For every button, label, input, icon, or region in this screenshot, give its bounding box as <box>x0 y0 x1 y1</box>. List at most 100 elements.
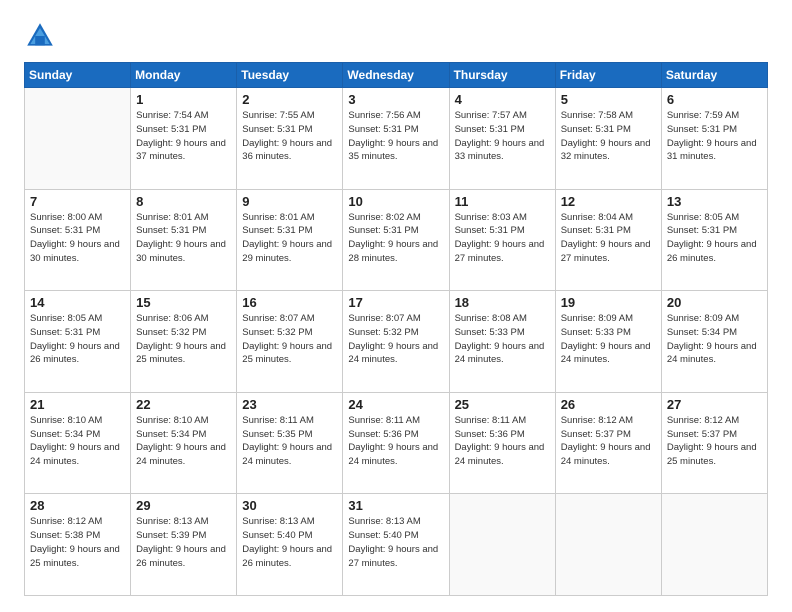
calendar-day-cell: 20 Sunrise: 8:09 AM Sunset: 5:34 PM Dayli… <box>661 291 767 393</box>
calendar-day-cell: 5 Sunrise: 7:58 AM Sunset: 5:31 PM Daylig… <box>555 88 661 190</box>
weekday-header-cell: Thursday <box>449 63 555 88</box>
day-info: Sunrise: 8:12 AM Sunset: 5:37 PM Dayligh… <box>667 414 762 469</box>
calendar-day-cell <box>661 494 767 596</box>
day-info: Sunrise: 7:56 AM Sunset: 5:31 PM Dayligh… <box>348 109 443 164</box>
day-number: 10 <box>348 194 443 209</box>
day-info: Sunrise: 8:11 AM Sunset: 5:35 PM Dayligh… <box>242 414 337 469</box>
calendar-day-cell <box>449 494 555 596</box>
day-info: Sunrise: 8:11 AM Sunset: 5:36 PM Dayligh… <box>348 414 443 469</box>
calendar-day-cell: 29 Sunrise: 8:13 AM Sunset: 5:39 PM Dayli… <box>131 494 237 596</box>
day-info: Sunrise: 8:13 AM Sunset: 5:40 PM Dayligh… <box>348 515 443 570</box>
day-info: Sunrise: 8:05 AM Sunset: 5:31 PM Dayligh… <box>667 211 762 266</box>
day-info: Sunrise: 8:03 AM Sunset: 5:31 PM Dayligh… <box>455 211 550 266</box>
calendar-day-cell: 10 Sunrise: 8:02 AM Sunset: 5:31 PM Dayli… <box>343 189 449 291</box>
weekday-header-cell: Wednesday <box>343 63 449 88</box>
day-info: Sunrise: 8:07 AM Sunset: 5:32 PM Dayligh… <box>348 312 443 367</box>
day-number: 9 <box>242 194 337 209</box>
calendar-day-cell: 4 Sunrise: 7:57 AM Sunset: 5:31 PM Daylig… <box>449 88 555 190</box>
calendar-day-cell <box>25 88 131 190</box>
calendar-day-cell: 18 Sunrise: 8:08 AM Sunset: 5:33 PM Dayli… <box>449 291 555 393</box>
day-number: 6 <box>667 92 762 107</box>
weekday-header-cell: Saturday <box>661 63 767 88</box>
day-number: 7 <box>30 194 125 209</box>
day-number: 25 <box>455 397 550 412</box>
day-number: 12 <box>561 194 656 209</box>
calendar-day-cell: 26Sunrise: 8:12 AM Sunset: 5:37 PM Dayli… <box>555 392 661 494</box>
calendar-day-cell: 27 Sunrise: 8:12 AM Sunset: 5:37 PM Dayli… <box>661 392 767 494</box>
day-number: 15 <box>136 295 231 310</box>
weekday-header-cell: Sunday <box>25 63 131 88</box>
day-info: Sunrise: 8:10 AM Sunset: 5:34 PM Dayligh… <box>30 414 125 469</box>
calendar-day-cell: 31 Sunrise: 8:13 AM Sunset: 5:40 PM Dayli… <box>343 494 449 596</box>
calendar-day-cell: 19Sunrise: 8:09 AM Sunset: 5:33 PM Dayli… <box>555 291 661 393</box>
day-number: 26 <box>561 397 656 412</box>
calendar-day-cell: 6Sunrise: 7:59 AM Sunset: 5:31 PM Daylig… <box>661 88 767 190</box>
calendar-day-cell: 2 Sunrise: 7:55 AM Sunset: 5:31 PM Daylig… <box>237 88 343 190</box>
day-info: Sunrise: 8:06 AM Sunset: 5:32 PM Dayligh… <box>136 312 231 367</box>
day-info: Sunrise: 8:01 AM Sunset: 5:31 PM Dayligh… <box>242 211 337 266</box>
calendar-week-row: 14 Sunrise: 8:05 AM Sunset: 5:31 PM Dayli… <box>25 291 768 393</box>
day-info: Sunrise: 7:58 AM Sunset: 5:31 PM Dayligh… <box>561 109 656 164</box>
day-number: 3 <box>348 92 443 107</box>
day-info: Sunrise: 7:55 AM Sunset: 5:31 PM Dayligh… <box>242 109 337 164</box>
day-number: 22 <box>136 397 231 412</box>
day-info: Sunrise: 8:00 AM Sunset: 5:31 PM Dayligh… <box>30 211 125 266</box>
day-number: 11 <box>455 194 550 209</box>
calendar-day-cell <box>555 494 661 596</box>
day-info: Sunrise: 8:04 AM Sunset: 5:31 PM Dayligh… <box>561 211 656 266</box>
weekday-header-cell: Friday <box>555 63 661 88</box>
calendar-day-cell: 11 Sunrise: 8:03 AM Sunset: 5:31 PM Dayli… <box>449 189 555 291</box>
day-info: Sunrise: 8:05 AM Sunset: 5:31 PM Dayligh… <box>30 312 125 367</box>
calendar-week-row: 28 Sunrise: 8:12 AM Sunset: 5:38 PM Dayli… <box>25 494 768 596</box>
day-number: 14 <box>30 295 125 310</box>
calendar-day-cell: 28 Sunrise: 8:12 AM Sunset: 5:38 PM Dayli… <box>25 494 131 596</box>
calendar-day-cell: 3 Sunrise: 7:56 AM Sunset: 5:31 PM Daylig… <box>343 88 449 190</box>
day-info: Sunrise: 8:12 AM Sunset: 5:38 PM Dayligh… <box>30 515 125 570</box>
day-number: 5 <box>561 92 656 107</box>
page: SundayMondayTuesdayWednesdayThursdayFrid… <box>0 0 792 612</box>
calendar-week-row: 7 Sunrise: 8:00 AM Sunset: 5:31 PM Daylig… <box>25 189 768 291</box>
logo <box>24 20 60 52</box>
day-number: 2 <box>242 92 337 107</box>
calendar-day-cell: 12 Sunrise: 8:04 AM Sunset: 5:31 PM Dayli… <box>555 189 661 291</box>
day-number: 18 <box>455 295 550 310</box>
logo-icon <box>24 20 56 52</box>
calendar-day-cell: 9 Sunrise: 8:01 AM Sunset: 5:31 PM Daylig… <box>237 189 343 291</box>
calendar: SundayMondayTuesdayWednesdayThursdayFrid… <box>24 62 768 596</box>
day-number: 27 <box>667 397 762 412</box>
day-info: Sunrise: 8:09 AM Sunset: 5:33 PM Dayligh… <box>561 312 656 367</box>
day-number: 16 <box>242 295 337 310</box>
calendar-body: 1Sunrise: 7:54 AM Sunset: 5:31 PM Daylig… <box>25 88 768 596</box>
day-info: Sunrise: 8:02 AM Sunset: 5:31 PM Dayligh… <box>348 211 443 266</box>
day-number: 29 <box>136 498 231 513</box>
calendar-day-cell: 1Sunrise: 7:54 AM Sunset: 5:31 PM Daylig… <box>131 88 237 190</box>
day-info: Sunrise: 8:13 AM Sunset: 5:39 PM Dayligh… <box>136 515 231 570</box>
day-info: Sunrise: 7:57 AM Sunset: 5:31 PM Dayligh… <box>455 109 550 164</box>
calendar-day-cell: 14 Sunrise: 8:05 AM Sunset: 5:31 PM Dayli… <box>25 291 131 393</box>
calendar-day-cell: 21 Sunrise: 8:10 AM Sunset: 5:34 PM Dayli… <box>25 392 131 494</box>
day-info: Sunrise: 8:01 AM Sunset: 5:31 PM Dayligh… <box>136 211 231 266</box>
calendar-day-cell: 22 Sunrise: 8:10 AM Sunset: 5:34 PM Dayli… <box>131 392 237 494</box>
day-number: 20 <box>667 295 762 310</box>
weekday-header-row: SundayMondayTuesdayWednesdayThursdayFrid… <box>25 63 768 88</box>
day-number: 24 <box>348 397 443 412</box>
calendar-day-cell: 23 Sunrise: 8:11 AM Sunset: 5:35 PM Dayli… <box>237 392 343 494</box>
calendar-day-cell: 13Sunrise: 8:05 AM Sunset: 5:31 PM Dayli… <box>661 189 767 291</box>
day-number: 28 <box>30 498 125 513</box>
day-info: Sunrise: 7:54 AM Sunset: 5:31 PM Dayligh… <box>136 109 231 164</box>
weekday-header-cell: Tuesday <box>237 63 343 88</box>
day-info: Sunrise: 8:10 AM Sunset: 5:34 PM Dayligh… <box>136 414 231 469</box>
day-info: Sunrise: 8:09 AM Sunset: 5:34 PM Dayligh… <box>667 312 762 367</box>
calendar-day-cell: 24 Sunrise: 8:11 AM Sunset: 5:36 PM Dayli… <box>343 392 449 494</box>
calendar-day-cell: 25 Sunrise: 8:11 AM Sunset: 5:36 PM Dayli… <box>449 392 555 494</box>
day-info: Sunrise: 8:08 AM Sunset: 5:33 PM Dayligh… <box>455 312 550 367</box>
day-number: 31 <box>348 498 443 513</box>
day-number: 21 <box>30 397 125 412</box>
calendar-day-cell: 16Sunrise: 8:07 AM Sunset: 5:32 PM Dayli… <box>237 291 343 393</box>
calendar-day-cell: 7 Sunrise: 8:00 AM Sunset: 5:31 PM Daylig… <box>25 189 131 291</box>
day-info: Sunrise: 8:11 AM Sunset: 5:36 PM Dayligh… <box>455 414 550 469</box>
day-number: 17 <box>348 295 443 310</box>
day-number: 23 <box>242 397 337 412</box>
calendar-week-row: 1Sunrise: 7:54 AM Sunset: 5:31 PM Daylig… <box>25 88 768 190</box>
day-number: 4 <box>455 92 550 107</box>
